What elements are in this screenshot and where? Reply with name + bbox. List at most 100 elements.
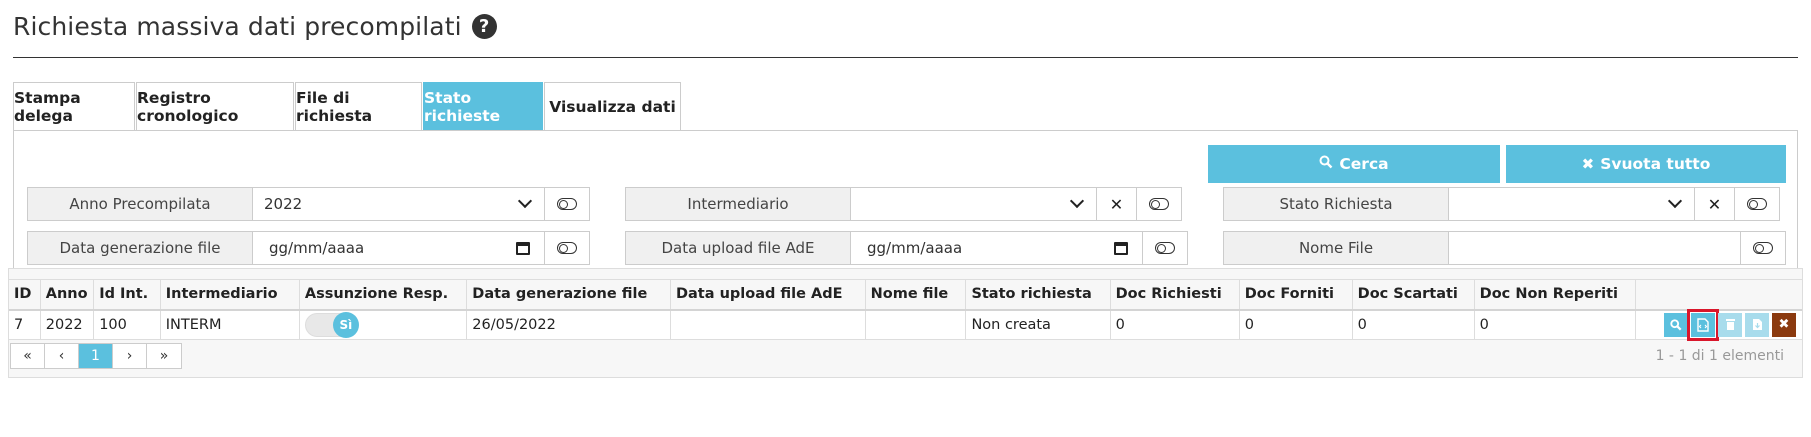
data-upload-input[interactable]: gg/mm/aaaa bbox=[851, 231, 1143, 265]
generate-file-button[interactable] bbox=[1687, 308, 1719, 341]
col-header[interactable]: Data generazione file bbox=[466, 279, 671, 310]
col-header[interactable]: Stato richiesta bbox=[965, 279, 1111, 310]
intermediario-clear[interactable]: ✕ bbox=[1097, 187, 1137, 221]
chevron-down-icon bbox=[1069, 193, 1085, 209]
file-code-icon bbox=[1697, 318, 1709, 332]
cell-doc-non-reperiti: 0 bbox=[1474, 308, 1637, 340]
stato-richiesta-select[interactable] bbox=[1449, 187, 1695, 221]
nome-file-input[interactable] bbox=[1449, 231, 1741, 265]
cancel-row-button[interactable]: ✖ bbox=[1772, 312, 1796, 337]
col-header[interactable]: Id Int. bbox=[93, 279, 161, 310]
nome-file-field: Nome File bbox=[1223, 231, 1786, 265]
cell-doc-richiesti: 0 bbox=[1110, 308, 1240, 340]
cell-assunzione: Sì bbox=[299, 308, 468, 340]
cell-data-generazione: 26/05/2022 bbox=[466, 308, 671, 340]
stato-richiesta-toggle[interactable] bbox=[1735, 187, 1780, 221]
col-header[interactable]: ID bbox=[9, 279, 41, 310]
table-header-row: ID Anno Id Int. Intermediario Assunzione… bbox=[9, 279, 1802, 310]
next-page-button[interactable]: › bbox=[113, 344, 147, 368]
intermediario-toggle[interactable] bbox=[1137, 187, 1182, 221]
nome-file-label: Nome File bbox=[1223, 231, 1449, 265]
page-title: Richiesta massiva dati precompilati ? bbox=[13, 12, 497, 41]
times-icon: ✖ bbox=[1778, 317, 1790, 333]
cell-doc-forniti: 0 bbox=[1239, 308, 1353, 340]
anno-precompilata-label: Anno Precompilata bbox=[27, 187, 253, 221]
tab-registro-cronologico[interactable]: Registro cronologico bbox=[136, 82, 294, 130]
col-header[interactable]: Doc Non Reperiti bbox=[1474, 279, 1637, 310]
cell-intermediario: INTERM bbox=[160, 308, 300, 340]
col-header[interactable]: Nome file bbox=[865, 279, 967, 310]
data-upload-label: Data upload file AdE bbox=[625, 231, 851, 265]
search-button-label: Cerca bbox=[1339, 155, 1389, 173]
data-generazione-input[interactable]: gg/mm/aaaa bbox=[253, 231, 545, 265]
search-button[interactable]: Cerca bbox=[1208, 145, 1500, 183]
data-generazione-toggle[interactable] bbox=[545, 231, 590, 265]
close-icon: ✕ bbox=[1707, 194, 1722, 214]
anno-precompilata-value: 2022 bbox=[264, 195, 303, 213]
clear-all-button[interactable]: ✖ Svuota tutto bbox=[1506, 145, 1786, 183]
toggle-icon bbox=[1753, 242, 1773, 254]
cell-nome-file bbox=[865, 308, 967, 340]
search-icon bbox=[1670, 319, 1682, 331]
cell-actions: ✖ bbox=[1635, 308, 1802, 341]
cell-id: 7 bbox=[9, 308, 41, 340]
calendar-icon[interactable] bbox=[516, 242, 530, 255]
page-title-text: Richiesta massiva dati precompilati bbox=[13, 12, 462, 41]
last-page-button[interactable]: » bbox=[147, 344, 181, 368]
view-button[interactable] bbox=[1664, 312, 1688, 337]
col-header[interactable]: Assunzione Resp. bbox=[299, 279, 468, 310]
cell-doc-scartati: 0 bbox=[1352, 308, 1475, 340]
clear-all-button-label: Svuota tutto bbox=[1600, 155, 1711, 173]
stato-richiesta-label: Stato Richiesta bbox=[1223, 187, 1449, 221]
toggle-icon bbox=[1747, 198, 1767, 210]
anno-precompilata-toggle[interactable] bbox=[545, 187, 590, 221]
download-button[interactable] bbox=[1745, 312, 1769, 337]
trash-icon bbox=[1725, 319, 1735, 331]
tab-stampa-delega[interactable]: Stampa delega bbox=[13, 82, 135, 130]
anno-precompilata-select[interactable]: 2022 bbox=[253, 187, 545, 221]
page-button-current[interactable]: 1 bbox=[79, 344, 113, 368]
stato-richiesta-clear[interactable]: ✕ bbox=[1695, 187, 1735, 221]
pagination: « ‹ 1 › » bbox=[10, 343, 182, 369]
results-table: ID Anno Id Int. Intermediario Assunzione… bbox=[9, 279, 1802, 341]
col-header[interactable]: Doc Forniti bbox=[1239, 279, 1353, 310]
data-upload-field: Data upload file AdE gg/mm/aaaa bbox=[625, 231, 1188, 265]
chevron-down-icon bbox=[517, 193, 533, 209]
data-upload-placeholder: gg/mm/aaaa bbox=[867, 239, 963, 257]
question-circle-icon[interactable]: ? bbox=[471, 14, 497, 39]
toggle-icon bbox=[557, 242, 577, 254]
cell-anno: 2022 bbox=[40, 308, 95, 340]
intermediario-select[interactable] bbox=[851, 187, 1097, 221]
tab-file-di-richiesta[interactable]: File di richiesta bbox=[295, 82, 422, 130]
toggle-icon bbox=[557, 198, 577, 210]
cell-stato: Non creata bbox=[965, 308, 1111, 340]
data-generazione-placeholder: gg/mm/aaaa bbox=[269, 239, 365, 257]
toggle-icon bbox=[1155, 242, 1175, 254]
data-upload-toggle[interactable] bbox=[1143, 231, 1188, 265]
col-header[interactable]: Anno bbox=[40, 279, 95, 310]
col-header[interactable]: Intermediario bbox=[160, 279, 300, 310]
col-header[interactable]: Doc Richiesti bbox=[1110, 279, 1240, 310]
data-generazione-field: Data generazione file gg/mm/aaaa bbox=[27, 231, 590, 265]
file-download-icon bbox=[1752, 319, 1762, 331]
table-row[interactable]: 7 2022 100 INTERM Sì 26/05/2022 Non crea… bbox=[9, 308, 1802, 341]
assunzione-resp-switch[interactable]: Sì bbox=[304, 311, 359, 338]
chevron-down-icon bbox=[1667, 193, 1683, 209]
calendar-icon[interactable] bbox=[1114, 242, 1128, 255]
times-icon: ✖ bbox=[1581, 155, 1595, 173]
first-page-button[interactable]: « bbox=[11, 344, 45, 368]
tab-visualizza-dati[interactable]: Visualizza dati bbox=[544, 82, 681, 130]
col-header-actions bbox=[1635, 279, 1802, 310]
tab-stato-richieste[interactable]: Stato richieste bbox=[423, 82, 543, 130]
delete-button[interactable] bbox=[1718, 312, 1742, 337]
prev-page-button[interactable]: ‹ bbox=[45, 344, 79, 368]
title-divider bbox=[13, 57, 1798, 58]
col-header[interactable]: Doc Scartati bbox=[1352, 279, 1475, 310]
search-icon bbox=[1319, 155, 1333, 173]
intermediario-label: Intermediario bbox=[625, 187, 851, 221]
close-icon: ✕ bbox=[1109, 194, 1124, 214]
col-header[interactable]: Data upload file AdE bbox=[670, 279, 866, 310]
anno-precompilata-field: Anno Precompilata 2022 bbox=[27, 187, 590, 221]
nome-file-toggle[interactable] bbox=[1741, 231, 1786, 265]
cell-id-int: 100 bbox=[93, 308, 161, 340]
